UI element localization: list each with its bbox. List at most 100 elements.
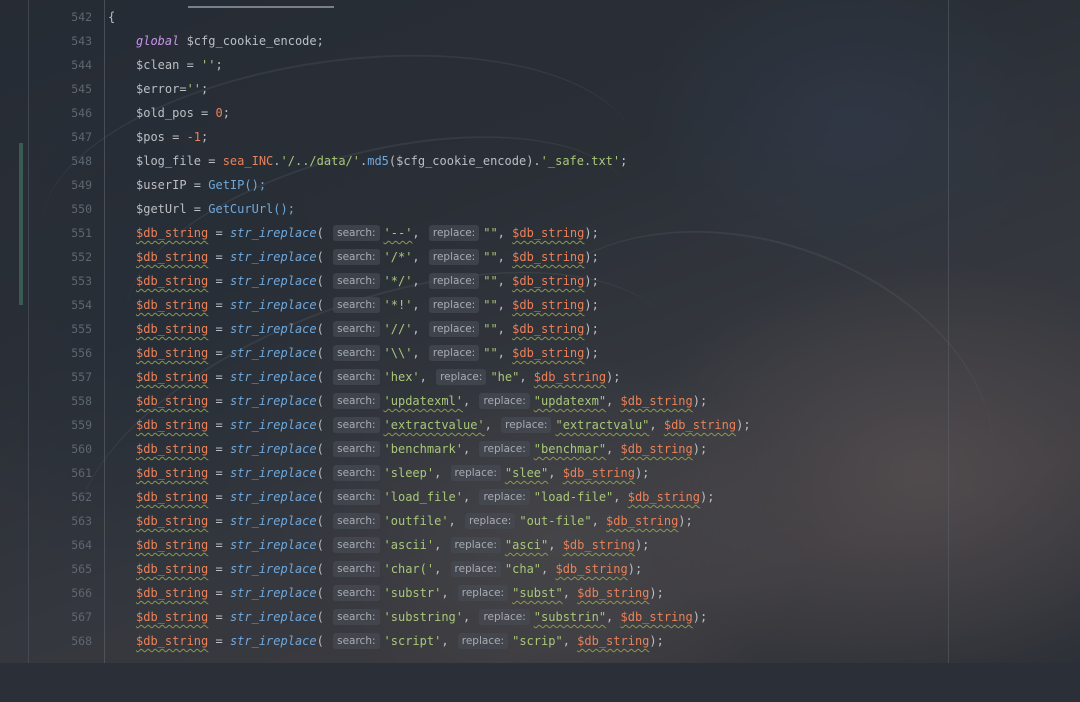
code-editor[interactable]: 542 {543 global $cfg_cookie_encode; 544 $cle… bbox=[0, 0, 1080, 663]
code-line[interactable]: 546 $old_pos = 0; bbox=[0, 101, 1080, 125]
str-ireplace-call: str_ireplace bbox=[229, 634, 317, 648]
search-argument: 'substr' bbox=[383, 586, 442, 600]
line-number[interactable]: 547 bbox=[30, 125, 92, 149]
line-number[interactable]: 558 bbox=[30, 389, 92, 413]
code-line[interactable]: 568 $db_string = str_ireplace( search:'sc… bbox=[0, 629, 1080, 653]
code-content[interactable]: $db_string = str_ireplace( search:'outfi… bbox=[136, 509, 693, 533]
code-line[interactable]: 542 { bbox=[0, 5, 1080, 29]
open-paren: ( bbox=[316, 586, 332, 600]
line-number[interactable]: 549 bbox=[30, 173, 92, 197]
line-number[interactable]: 550 bbox=[30, 197, 92, 221]
line-number[interactable]: 560 bbox=[30, 437, 92, 461]
code-content[interactable]: $old_pos = 0; bbox=[136, 101, 230, 125]
parameter-hint-search: search: bbox=[333, 273, 380, 289]
line-number[interactable]: 548 bbox=[30, 149, 92, 173]
line-number[interactable]: 562 bbox=[30, 485, 92, 509]
code-content[interactable]: $db_string = str_ireplace( search:'char(… bbox=[136, 557, 642, 581]
assign-operator: = bbox=[208, 322, 230, 336]
db-string-variable: $db_string bbox=[562, 466, 635, 480]
code-content[interactable]: $log_file = sea_INC.'/../data/'.md5($cfg… bbox=[136, 149, 627, 173]
line-number[interactable]: 551 bbox=[30, 221, 92, 245]
code-content[interactable]: $db_string = str_ireplace( search: '\\', … bbox=[136, 341, 599, 365]
line-number[interactable]: 559 bbox=[30, 413, 92, 437]
assign-operator: = bbox=[208, 250, 230, 264]
code-line[interactable]: 545 $error=''; bbox=[0, 77, 1080, 101]
str-ireplace-call: str_ireplace bbox=[229, 490, 317, 504]
code-content[interactable]: $userIP = GetIP(); bbox=[136, 173, 266, 197]
code-line[interactable]: 544 $clean = ''; bbox=[0, 53, 1080, 77]
code-line[interactable]: 550 $getUrl = GetCurUrl(); bbox=[0, 197, 1080, 221]
code-line[interactable]: 566 $db_string = str_ireplace( search:'su… bbox=[0, 581, 1080, 605]
code-content[interactable]: { bbox=[108, 5, 115, 29]
code-content[interactable]: $db_string = str_ireplace( search:'bench… bbox=[136, 437, 707, 461]
line-number[interactable]: 544 bbox=[30, 53, 92, 77]
code-line[interactable]: 561 $db_string = str_ireplace( search:'sl… bbox=[0, 461, 1080, 485]
line-number[interactable]: 554 bbox=[30, 293, 92, 317]
line-number[interactable]: 543 bbox=[30, 29, 92, 53]
line-number[interactable]: 561 bbox=[30, 461, 92, 485]
code-line[interactable]: 552 $db_string = str_ireplace( search: '/*… bbox=[0, 245, 1080, 269]
code-line[interactable]: 549 $userIP = GetIP(); bbox=[0, 173, 1080, 197]
code-line[interactable]: 554 $db_string = str_ireplace( search: '*!… bbox=[0, 293, 1080, 317]
line-number[interactable]: 567 bbox=[30, 605, 92, 629]
close-paren: ); bbox=[699, 490, 715, 504]
code-content[interactable]: $clean = ''; bbox=[136, 53, 223, 77]
code-line[interactable]: 563 $db_string = str_ireplace( search:'ou… bbox=[0, 509, 1080, 533]
code-line[interactable]: 555 $db_string = str_ireplace( search: '//… bbox=[0, 317, 1080, 341]
assignment-lhs: $clean = bbox=[136, 58, 202, 72]
code-content[interactable]: $db_string = str_ireplace( search: '/*', … bbox=[136, 245, 599, 269]
replace-argument: "out-file" bbox=[519, 514, 592, 528]
code-content[interactable]: global $cfg_cookie_encode; bbox=[136, 29, 324, 53]
code-line[interactable]: 562 $db_string = str_ireplace( search:'lo… bbox=[0, 485, 1080, 509]
code-content[interactable]: $db_string = str_ireplace( search:'sleep… bbox=[136, 461, 649, 485]
open-brace: { bbox=[108, 10, 116, 24]
code-line[interactable]: 565 $db_string = str_ireplace( search:'ch… bbox=[0, 557, 1080, 581]
code-line[interactable]: 559 $db_string = str_ireplace( search:'ex… bbox=[0, 413, 1080, 437]
line-number[interactable]: 545 bbox=[30, 77, 92, 101]
parameter-hint-search: search: bbox=[333, 537, 380, 553]
code-line[interactable]: 560 $db_string = str_ireplace( search:'be… bbox=[0, 437, 1080, 461]
line-number[interactable]: 556 bbox=[30, 341, 92, 365]
line-number[interactable]: 566 bbox=[30, 581, 92, 605]
code-content[interactable]: $db_string = str_ireplace( search: '*!', … bbox=[136, 293, 599, 317]
code-line[interactable]: 557 $db_string = str_ireplace( search:'he… bbox=[0, 365, 1080, 389]
code-content[interactable]: $db_string = str_ireplace( search:'subst… bbox=[136, 605, 707, 629]
line-number[interactable]: 563 bbox=[30, 509, 92, 533]
str-ireplace-call: str_ireplace bbox=[229, 514, 317, 528]
line-number[interactable]: 564 bbox=[30, 533, 92, 557]
assign-operator: = bbox=[208, 346, 230, 360]
code-content[interactable]: $db_string = str_ireplace( search:'hex',… bbox=[136, 365, 621, 389]
code-content[interactable]: $pos = -1; bbox=[136, 125, 208, 149]
code-content[interactable]: $error=''; bbox=[136, 77, 208, 101]
code-line[interactable]: 564 $db_string = str_ireplace( search:'as… bbox=[0, 533, 1080, 557]
code-content[interactable]: $db_string = str_ireplace( search:'updat… bbox=[136, 389, 707, 413]
code-line[interactable]: 548 $log_file = sea_INC.'/../data/'.md5($… bbox=[0, 149, 1080, 173]
code-content[interactable]: $db_string = str_ireplace( search:'subst… bbox=[136, 581, 664, 605]
code-content[interactable]: $db_string = str_ireplace( search: '//', … bbox=[136, 317, 599, 341]
code-line[interactable]: 558 $db_string = str_ireplace( search:'up… bbox=[0, 389, 1080, 413]
code-line[interactable]: 547 $pos = -1; bbox=[0, 125, 1080, 149]
code-content[interactable]: $db_string = str_ireplace( search:'extra… bbox=[136, 413, 751, 437]
code-line[interactable]: 543 global $cfg_cookie_encode; bbox=[0, 29, 1080, 53]
code-line[interactable]: 567 $db_string = str_ireplace( search:'su… bbox=[0, 605, 1080, 629]
code-line[interactable]: 553 $db_string = str_ireplace( search: '*/… bbox=[0, 269, 1080, 293]
code-content[interactable]: $db_string = str_ireplace( search:'load_… bbox=[136, 485, 714, 509]
code-content[interactable]: $db_string = str_ireplace( search: '--', … bbox=[136, 221, 599, 245]
code-line[interactable]: 551 $db_string = str_ireplace( search: '--… bbox=[0, 221, 1080, 245]
code-line[interactable]: 556 $db_string = str_ireplace( search: '\\… bbox=[0, 341, 1080, 365]
line-number[interactable]: 557 bbox=[30, 365, 92, 389]
parameter-hint-search: search: bbox=[333, 585, 380, 601]
code-content[interactable]: $db_string = str_ireplace( search:'scrip… bbox=[136, 629, 664, 653]
search-argument: 'substring' bbox=[383, 610, 463, 624]
line-number[interactable]: 565 bbox=[30, 557, 92, 581]
line-number[interactable]: 553 bbox=[30, 269, 92, 293]
line-number[interactable]: 552 bbox=[30, 245, 92, 269]
global-variable: $cfg_cookie_encode; bbox=[179, 34, 324, 48]
line-number[interactable]: 546 bbox=[30, 101, 92, 125]
code-content[interactable]: $getUrl = GetCurUrl(); bbox=[136, 197, 295, 221]
line-number[interactable]: 542 bbox=[30, 5, 92, 29]
code-content[interactable]: $db_string = str_ireplace( search: '*/', … bbox=[136, 269, 599, 293]
line-number[interactable]: 555 bbox=[30, 317, 92, 341]
code-content[interactable]: $db_string = str_ireplace( search:'ascii… bbox=[136, 533, 649, 557]
line-number[interactable]: 568 bbox=[30, 629, 92, 653]
